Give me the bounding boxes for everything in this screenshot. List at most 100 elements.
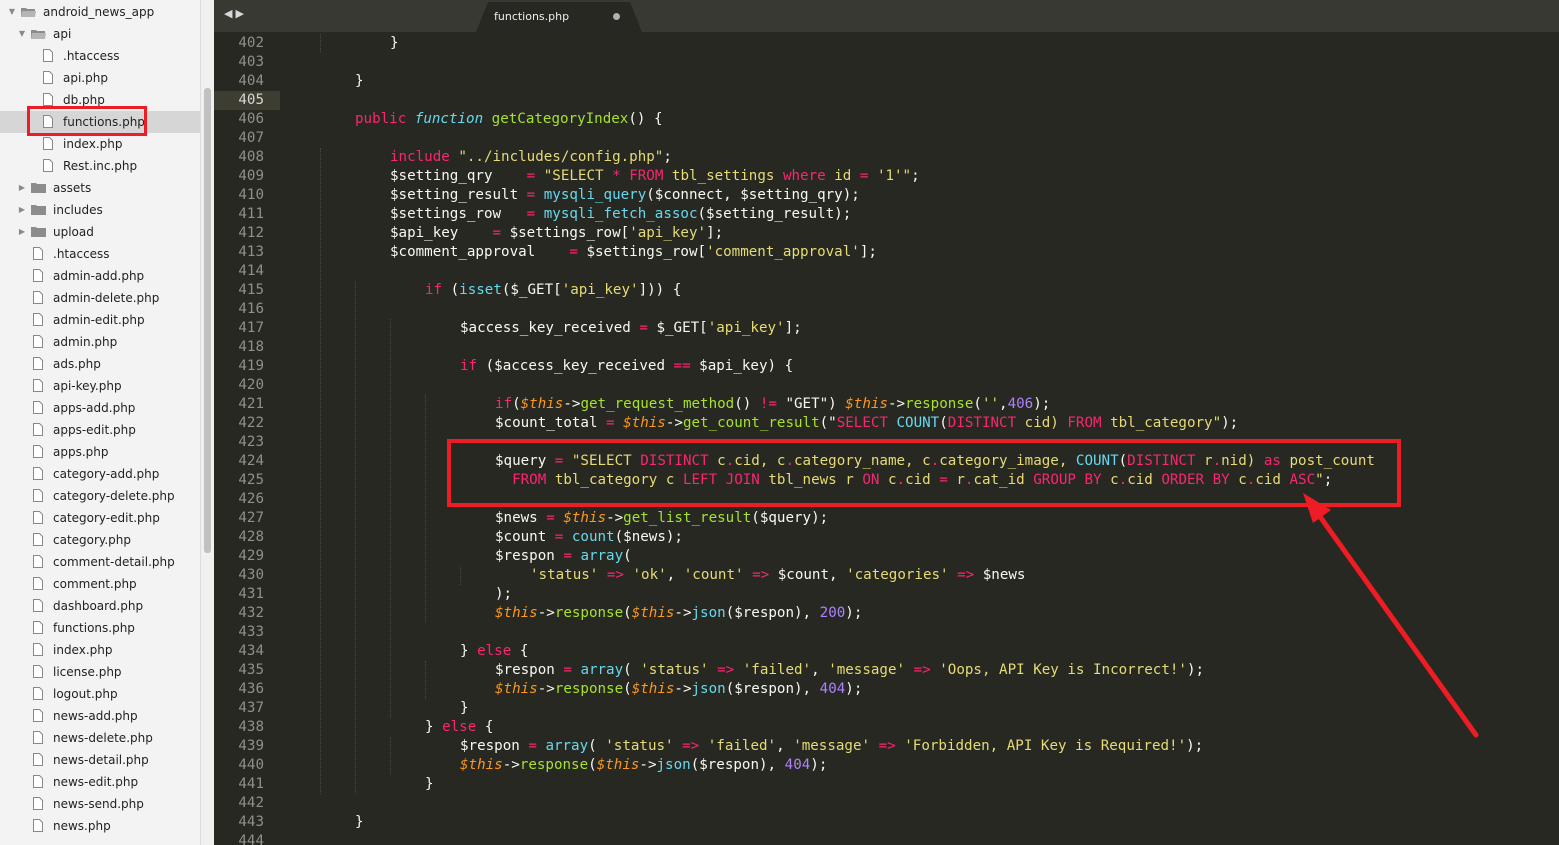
code-line[interactable]: 'status' => 'ok', 'count' => $count, 'ca… [530,566,1025,585]
chevron-right-icon[interactable]: ▶ [17,177,27,199]
tree-file[interactable]: category.php [0,529,200,551]
indent-guide [355,281,356,794]
code-line[interactable]: $news = $this->get_list_result($query); [495,509,828,528]
annotation-highlight-box [447,439,1401,507]
tree-file[interactable]: logout.php [0,683,200,705]
tree-file[interactable]: dashboard.php [0,595,200,617]
line-number: 410 [238,187,264,203]
unsaved-dot-icon[interactable] [613,13,620,20]
code-line[interactable]: } [355,813,364,832]
code-line[interactable]: if($this->get_request_method() != "GET")… [495,395,1050,414]
chevron-down-icon[interactable]: ▼ [7,1,17,23]
tree-file[interactable]: admin.php [0,331,200,353]
line-number: 419 [238,358,264,374]
code-line[interactable]: public function getCategoryIndex() { [355,110,663,129]
code-line[interactable]: $comment_approval = $settings_row['comme… [390,243,877,262]
code-line[interactable]: $api_key = $settings_row['api_key']; [390,224,723,243]
code-line[interactable]: $this->response($this->json($respon), 20… [495,604,862,623]
indent-guide [460,566,461,585]
tree-label: news.php [53,819,111,833]
chevron-right-icon[interactable]: ▶ [17,199,27,221]
line-number-gutter: 402 403 404 405 406 407 408 409 410 411 412 413 414 4… [214,32,280,845]
tree-file[interactable]: apps-edit.php [0,419,200,441]
chevron-right-icon[interactable]: ▶ [17,221,27,243]
tree-file[interactable]: index.php [0,639,200,661]
chevron-down-icon[interactable]: ▼ [17,23,27,45]
code-line[interactable]: $this->response($this->json($respon), 40… [460,756,827,775]
code-line[interactable]: } else { [460,642,528,661]
tree-file[interactable]: news-detail.php [0,749,200,771]
tree-file[interactable]: admin-delete.php [0,287,200,309]
tree-file[interactable]: index.php [0,133,200,155]
line-number: 418 [238,339,264,355]
code-line[interactable]: $this->response($this->json($respon), 40… [495,680,862,699]
tree-file[interactable]: news-send.php [0,793,200,815]
line-number: 432 [238,605,264,621]
tree-folder-root[interactable]: ▼ android_news_app [0,1,200,23]
tab-nav-arrows[interactable]: ◀▶ [224,7,247,20]
code-line[interactable]: $respon = array( 'status' => 'failed', '… [460,737,1203,756]
tree-file[interactable]: functions.php [0,617,200,639]
code-line[interactable]: } else { [425,718,493,737]
tree-file[interactable]: news-delete.php [0,727,200,749]
tree-file[interactable]: api.php [0,67,200,89]
line-number: 405 [238,92,264,108]
tree-label: admin-add.php [53,269,145,283]
tree-folder-api[interactable]: ▼ api [0,23,200,45]
code-line[interactable]: ); [495,585,512,604]
line-number: 425 [238,472,264,488]
tree-file[interactable]: category-add.php [0,463,200,485]
code-line[interactable]: if (isset($_GET['api_key'])) { [425,281,681,300]
tree-label: news-send.php [53,797,144,811]
code-editor[interactable]: 402 403 404 405 406 407 408 409 410 411 412 413 414 4… [214,32,1559,845]
code-line[interactable]: $respon = array( [495,547,632,566]
line-number: 429 [238,548,264,564]
sidebar-scrollbar[interactable] [200,0,214,845]
tree-file[interactable]: category-edit.php [0,507,200,529]
code-line[interactable]: $access_key_received = $_GET['api_key']; [460,319,802,338]
line-number: 411 [238,206,264,222]
line-number: 428 [238,529,264,545]
tree-folder[interactable]: ▶ includes [0,199,200,221]
line-number: 415 [238,282,264,298]
tree-file[interactable]: category-delete.php [0,485,200,507]
tab-functions-php[interactable]: functions.php [476,2,642,32]
tree-file[interactable]: Rest.inc.php [0,155,200,177]
code-line[interactable]: $setting_result = mysqli_query($connect,… [390,186,860,205]
tree-file[interactable]: news-edit.php [0,771,200,793]
tree-file[interactable]: comment.php [0,573,200,595]
tree-file[interactable]: api-key.php [0,375,200,397]
line-number: 423 [238,434,264,450]
scrollbar-thumb[interactable] [204,88,211,553]
code-line[interactable]: include "../includes/config.php"; [390,148,672,167]
tree-file[interactable]: news-add.php [0,705,200,727]
tree-file[interactable]: .htaccess [0,243,200,265]
tree-file[interactable]: news.php [0,815,200,837]
tree-file[interactable]: comment-detail.php [0,551,200,573]
tree-file[interactable]: admin-add.php [0,265,200,287]
line-number: 433 [238,624,264,640]
tree-label: apps-add.php [53,401,136,415]
tree-file[interactable]: ads.php [0,353,200,375]
code-line[interactable]: } [425,775,434,794]
code-line[interactable]: $count = count($news); [495,528,683,547]
line-number: 421 [238,396,264,412]
tree-file[interactable]: license.php [0,661,200,683]
tree-file[interactable]: apps-add.php [0,397,200,419]
code-line[interactable]: $settings_row = mysqli_fetch_assoc($sett… [390,205,851,224]
tree-folder[interactable]: ▶ upload [0,221,200,243]
tree-file[interactable]: .htaccess [0,45,200,67]
code-line[interactable]: $respon = array( 'status' => 'failed', '… [495,661,1204,680]
code-line[interactable]: $count_total = $this->get_count_result("… [495,414,1238,433]
tree-folder[interactable]: ▶ assets [0,177,200,199]
code-line[interactable]: } [355,72,364,91]
tree-file[interactable]: apps.php [0,441,200,463]
code-line[interactable]: $setting_qry = "SELECT * FROM tbl_settin… [390,167,920,186]
code-line[interactable]: } [460,699,469,718]
code-line[interactable]: if ($access_key_received == $api_key) { [460,357,793,376]
line-number: 406 [238,111,264,127]
tree-label: admin-delete.php [53,291,160,305]
code-line[interactable]: } [390,34,399,53]
sidebar-highlight-box [27,106,147,136]
tree-file[interactable]: admin-edit.php [0,309,200,331]
